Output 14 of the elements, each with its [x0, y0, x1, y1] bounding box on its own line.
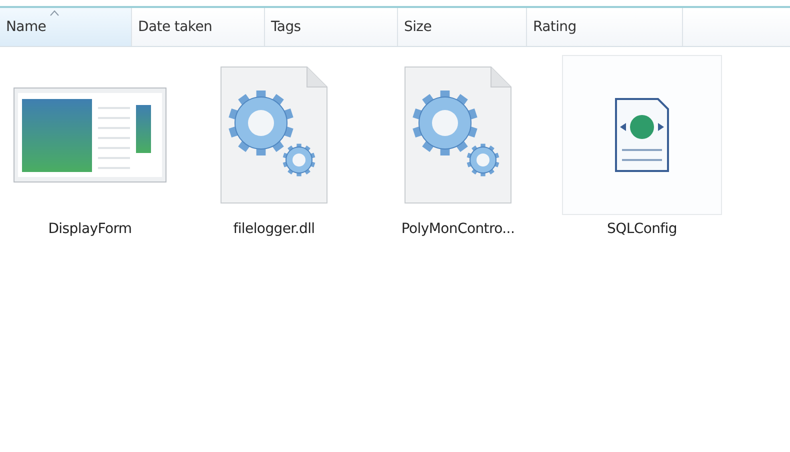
file-name: filelogger.dll — [233, 221, 315, 237]
file-name: DisplayForm — [48, 221, 132, 237]
web-document-icon — [614, 97, 670, 173]
form-thumbnail-icon — [13, 87, 167, 183]
highlighted-file-tile[interactable] — [562, 55, 722, 215]
column-header[interactable]: Size — [398, 8, 527, 46]
column-header[interactable]: Tags — [265, 8, 398, 46]
file-name: SQLConfig — [607, 221, 677, 237]
column-header[interactable]: Date taken — [132, 8, 265, 46]
file-name: PolyMonContro... — [401, 221, 515, 237]
gear-document-icon — [219, 65, 329, 205]
column-header[interactable]: Rating — [527, 8, 683, 46]
gear-document-icon — [403, 65, 513, 205]
column-header[interactable]: Name — [0, 8, 132, 46]
